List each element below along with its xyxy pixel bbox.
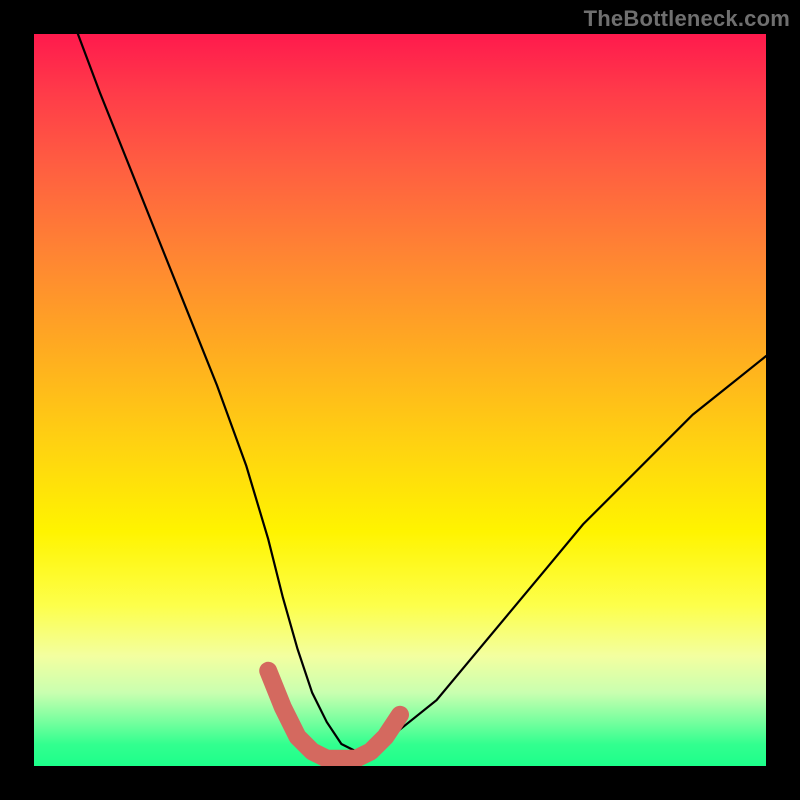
highlight-segment-path [268, 671, 400, 759]
chart-svg [34, 34, 766, 766]
bottleneck-curve-path [78, 34, 766, 751]
plot-area [34, 34, 766, 766]
watermark-text: TheBottleneck.com [584, 6, 790, 32]
outer-frame: TheBottleneck.com [0, 0, 800, 800]
